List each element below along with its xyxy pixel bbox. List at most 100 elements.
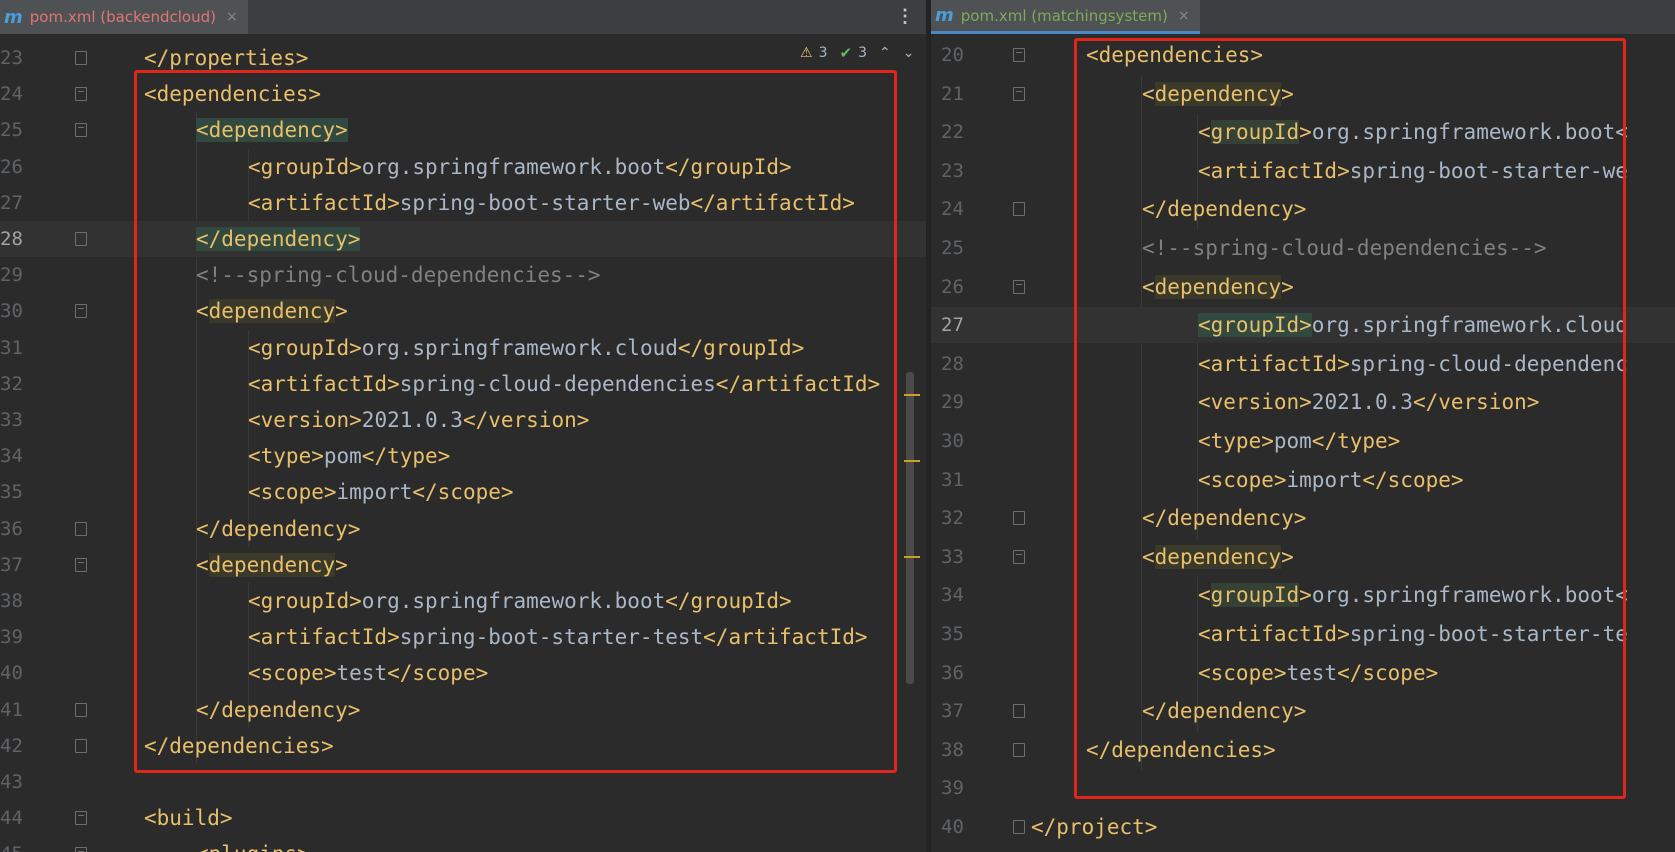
line-number: 29 xyxy=(0,264,23,287)
chevron-up-icon[interactable]: ⌃ xyxy=(879,45,891,61)
check-icon: ✔ xyxy=(839,44,853,62)
line-number: 37 xyxy=(0,553,23,576)
line-number: 25 xyxy=(941,237,964,259)
line-number: 42 xyxy=(0,734,23,757)
fold-collapse-icon[interactable] xyxy=(1013,704,1025,719)
xml-tag: <build> xyxy=(144,806,233,831)
fold-collapse-icon[interactable] xyxy=(1013,511,1025,526)
warning-stripe[interactable] xyxy=(904,556,920,558)
line-number: 28 xyxy=(941,352,964,375)
line-number: 30 xyxy=(0,300,23,323)
xml-tag: </properties> xyxy=(144,46,309,70)
warning-stripe[interactable] xyxy=(904,460,920,462)
line-number: 37 xyxy=(941,700,964,723)
highlight-box xyxy=(134,70,897,773)
fold-expand-icon[interactable] xyxy=(75,87,87,102)
line-number: 24 xyxy=(0,83,23,106)
vertical-scrollbar[interactable] xyxy=(906,372,914,684)
code-content: <plugins> xyxy=(196,836,310,852)
line-number: 44 xyxy=(0,807,23,830)
fold-collapse-icon[interactable] xyxy=(75,738,87,753)
line-number: 33 xyxy=(941,545,964,568)
line-number: 23 xyxy=(941,159,964,182)
inspection-widget[interactable]: ⚠ 3 ✔ 3 ⌃ ⌄ xyxy=(800,44,914,62)
code-content: </project> xyxy=(1031,809,1157,845)
editor-pane-backendcloud: m pom.xml (backendcloud) × ⋮ 23 </propert… xyxy=(0,0,926,852)
line-number: 40 xyxy=(0,662,23,685)
line-number: 24 xyxy=(941,198,964,221)
line-number: 20 xyxy=(941,44,964,66)
maven-m-icon: m xyxy=(935,5,954,26)
line-number: 39 xyxy=(0,626,23,649)
line-number: 27 xyxy=(941,314,964,337)
fold-expand-icon[interactable] xyxy=(75,557,87,572)
line-number: 45 xyxy=(0,836,28,852)
line-number: 32 xyxy=(0,372,23,395)
line-number: 41 xyxy=(0,698,23,721)
chevron-down-icon[interactable]: ⌄ xyxy=(903,45,915,61)
close-icon[interactable]: × xyxy=(1178,8,1190,24)
fold-collapse-icon[interactable] xyxy=(1013,742,1025,757)
fold-collapse-icon[interactable] xyxy=(1013,820,1025,834)
line-number: 34 xyxy=(941,584,964,607)
close-icon[interactable]: × xyxy=(226,9,238,25)
warning-count: 3 xyxy=(818,45,828,61)
line-number: 36 xyxy=(0,517,23,540)
fold-expand-icon[interactable] xyxy=(75,123,87,138)
line-number: 38 xyxy=(941,738,964,761)
ok-count: 3 xyxy=(858,45,867,61)
fold-expand-icon[interactable] xyxy=(75,304,87,319)
line-number: 27 xyxy=(0,191,23,214)
fold-collapse-icon[interactable] xyxy=(75,521,87,536)
code-line[interactable]: 40 </project> xyxy=(931,809,1675,845)
line-number: 25 xyxy=(0,119,23,142)
line-number: 23 xyxy=(0,47,23,69)
tab-pom-matchingsystem[interactable]: m pom.xml (matchingsystem) × xyxy=(931,0,1200,34)
line-number: 33 xyxy=(0,409,23,431)
line-number: 40 xyxy=(941,816,964,838)
warning-stripe[interactable] xyxy=(904,394,920,396)
tab-label: pom.xml (backendcloud) xyxy=(29,8,216,26)
tab-bar: m pom.xml (backendcloud) × ⋮ xyxy=(0,0,926,35)
line-number: 28 xyxy=(0,228,23,250)
line-number: 35 xyxy=(0,481,23,504)
line-number: 32 xyxy=(941,507,964,530)
tab-label: pom.xml (matchingsystem) xyxy=(960,6,1168,25)
warning-icon: ⚠ xyxy=(800,45,813,61)
fold-expand-icon[interactable] xyxy=(1013,48,1025,62)
fold-expand-icon[interactable] xyxy=(75,811,87,826)
fold-collapse-icon[interactable] xyxy=(75,51,87,65)
fold-collapse-icon[interactable] xyxy=(1013,202,1025,217)
line-number: 39 xyxy=(941,777,964,800)
line-number: 31 xyxy=(941,468,964,491)
line-number: 30 xyxy=(941,430,964,452)
line-number: 26 xyxy=(941,275,964,298)
line-number: 31 xyxy=(0,336,23,359)
line-number: 38 xyxy=(0,590,23,612)
more-options-icon[interactable]: ⋮ xyxy=(896,6,914,28)
fold-expand-icon[interactable] xyxy=(75,847,87,852)
code-content: <build> xyxy=(144,800,233,836)
maven-m-icon: m xyxy=(4,6,23,28)
line-number: 34 xyxy=(0,445,23,468)
line-number: 22 xyxy=(941,121,964,144)
editor-pane-matchingsystem: m pom.xml (matchingsystem) × 20 <dependen… xyxy=(931,0,1675,852)
xml-tag: </project> xyxy=(1031,815,1158,839)
tab-pom-backendcloud[interactable]: m pom.xml (backendcloud) × xyxy=(0,0,248,34)
highlight-box xyxy=(1074,38,1626,799)
line-number: 26 xyxy=(0,155,23,178)
fold-expand-icon[interactable] xyxy=(1013,279,1025,294)
code-line[interactable]: 45 <plugins> xyxy=(0,836,926,852)
tab-bar: m pom.xml (matchingsystem) × xyxy=(931,0,1675,35)
line-number: 35 xyxy=(941,623,964,645)
xml-tag: <plugins> xyxy=(196,842,310,852)
fold-expand-icon[interactable] xyxy=(1013,549,1025,564)
line-number: 36 xyxy=(941,661,964,684)
fold-collapse-icon[interactable] xyxy=(75,702,87,717)
line-number: 21 xyxy=(941,82,964,105)
line-number: 29 xyxy=(941,391,964,414)
code-line[interactable]: 44 <build> xyxy=(0,800,926,836)
line-number: 43 xyxy=(0,771,23,793)
fold-expand-icon[interactable] xyxy=(1013,86,1025,101)
fold-collapse-icon[interactable] xyxy=(75,232,87,246)
